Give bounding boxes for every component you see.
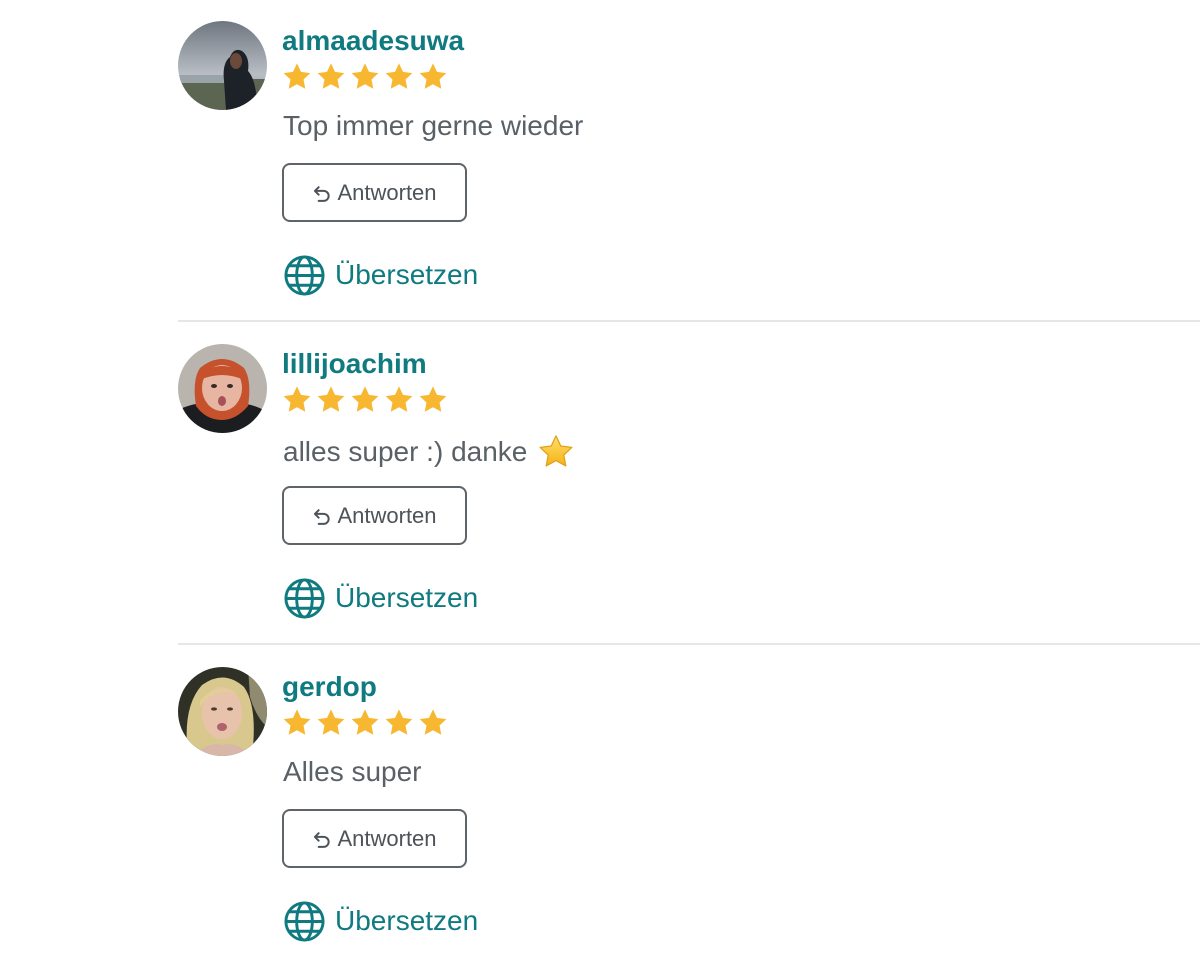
globe-icon xyxy=(284,254,325,296)
star-icon xyxy=(385,63,413,89)
review-item: almaadesuwa Top immer gerne wieder Antwo… xyxy=(0,0,1200,323)
translate-label: Übersetzen xyxy=(335,259,479,290)
reply-button[interactable]: Antworten xyxy=(282,809,467,868)
star-icon xyxy=(351,386,379,412)
avatar-photo xyxy=(178,21,267,110)
username-link[interactable]: gerdop xyxy=(282,671,377,703)
star-icon xyxy=(351,63,379,89)
avatar[interactable] xyxy=(178,344,267,433)
reply-arrow-icon xyxy=(314,831,331,848)
review-comment-text: alles super :) danke xyxy=(283,436,528,467)
translate-label: Übersetzen xyxy=(335,905,479,936)
star-rating xyxy=(281,707,449,739)
star-rating xyxy=(281,384,449,416)
star-icon xyxy=(419,386,447,412)
star-icon xyxy=(317,63,345,89)
avatar-photo xyxy=(178,667,267,756)
star-icon xyxy=(385,709,413,735)
review-comment-text: Top immer gerne wieder xyxy=(283,110,584,141)
avatar-photo xyxy=(178,344,267,433)
review-comment-text: Alles super xyxy=(283,756,422,787)
reply-button[interactable]: Antworten xyxy=(282,163,467,222)
reply-arrow-icon xyxy=(314,185,331,202)
reply-button[interactable]: Antworten xyxy=(282,486,467,545)
username-link[interactable]: lillijoachim xyxy=(282,348,427,380)
reply-button-label: Antworten xyxy=(337,179,437,205)
star-icon xyxy=(419,63,447,89)
star-icon xyxy=(317,386,345,412)
translate-link[interactable]: Übersetzen xyxy=(283,253,478,297)
translate-link[interactable]: Übersetzen xyxy=(283,576,478,620)
star-icon xyxy=(283,63,311,89)
translate-link[interactable]: Übersetzen xyxy=(283,899,478,943)
reply-button-label: Antworten xyxy=(337,825,437,851)
avatar[interactable] xyxy=(178,21,267,110)
translate-label: Übersetzen xyxy=(335,582,479,613)
divider xyxy=(178,643,1200,645)
star-icon xyxy=(351,709,379,735)
star-icon xyxy=(419,709,447,735)
review-comment: Top immer gerne wieder xyxy=(283,110,583,142)
divider xyxy=(178,320,1200,322)
star-icon xyxy=(385,386,413,412)
globe-icon xyxy=(284,900,325,942)
reply-arrow-icon xyxy=(314,508,331,525)
username-link[interactable]: almaadesuwa xyxy=(282,25,464,57)
review-item: lillijoachim alles super :) danke Antwor… xyxy=(0,323,1200,646)
review-comment: Alles super xyxy=(283,756,422,788)
review-comment: alles super :) danke xyxy=(283,433,575,471)
review-list: almaadesuwa Top immer gerne wieder Antwo… xyxy=(0,0,1200,963)
star-icon xyxy=(317,709,345,735)
reply-button-label: Antworten xyxy=(337,502,437,528)
star-rating xyxy=(281,61,449,93)
avatar[interactable] xyxy=(178,667,267,756)
star-icon xyxy=(283,709,311,735)
star-emoji-icon xyxy=(539,435,573,467)
globe-icon xyxy=(284,577,325,619)
review-item: gerdop Alles super Antworten Übersetzen xyxy=(0,646,1200,963)
star-icon xyxy=(283,386,311,412)
